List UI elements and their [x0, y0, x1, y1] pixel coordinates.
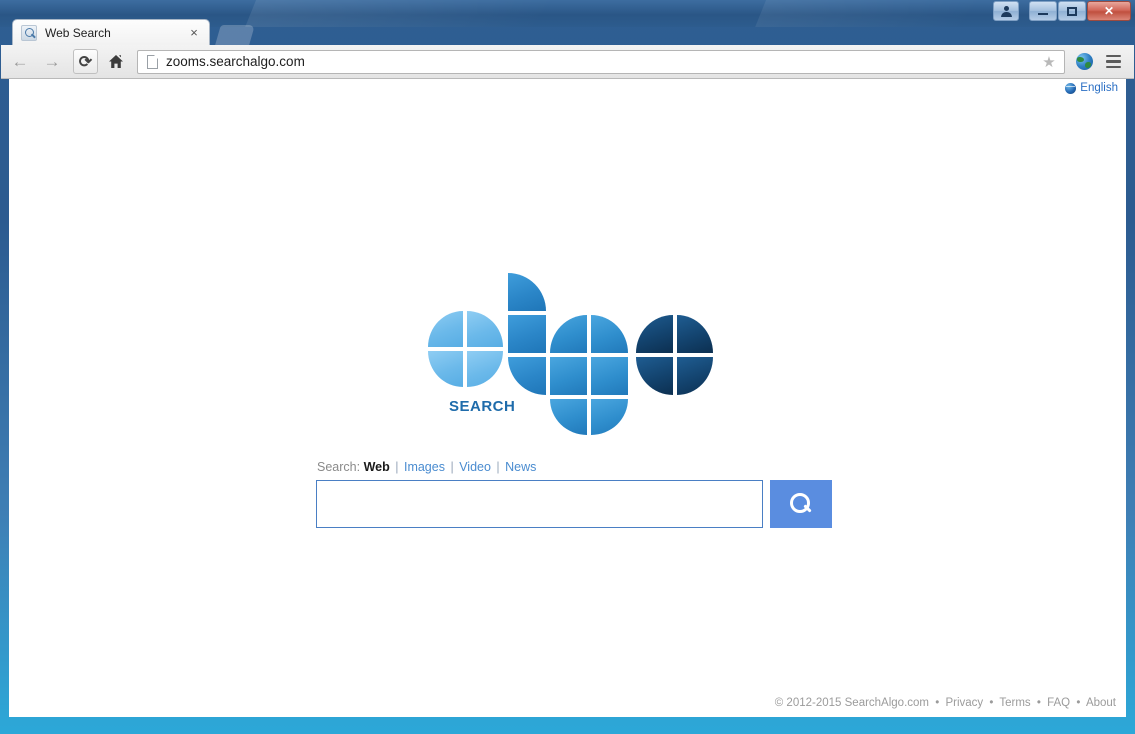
new-tab-button[interactable]	[215, 25, 255, 45]
menu-icon-bar	[1105, 54, 1121, 58]
logo-tile	[677, 357, 713, 395]
logo-tile	[467, 311, 503, 347]
logo-tile	[550, 315, 587, 353]
close-icon[interactable]: ×	[186, 25, 202, 41]
logo-search-word: SEARCH	[449, 398, 516, 415]
category-separator: |	[395, 460, 399, 474]
logo-tile	[428, 351, 463, 387]
category-news[interactable]: News	[505, 460, 536, 474]
search-form	[316, 480, 832, 528]
logo-tile	[550, 357, 587, 395]
arrow-left-icon: ←	[11, 51, 29, 71]
footer-link-terms[interactable]: Terms	[999, 697, 1030, 709]
search-input[interactable]	[316, 480, 763, 528]
tab-title: Web Search	[45, 25, 111, 40]
search-category-nav: Search: Web | Images | Video | News	[317, 460, 536, 474]
menu-icon-bar	[1105, 60, 1121, 63]
address-bar-url[interactable]: zooms.searchalgo.com	[166, 54, 1038, 69]
logo-tile	[636, 357, 673, 395]
page-document-icon	[147, 54, 158, 69]
category-video[interactable]: Video	[459, 460, 491, 474]
category-web[interactable]: Web	[364, 460, 390, 474]
footer-separator: •	[1036, 697, 1041, 709]
back-button[interactable]: ←	[7, 49, 33, 75]
footer-separator: •	[935, 697, 940, 709]
browser-toolbar: ← → ⟳ zooms.searchalgo.com ★	[1, 45, 1134, 79]
footer-separator: •	[1076, 697, 1081, 709]
menu-icon-bar	[1105, 65, 1121, 69]
reload-icon: ⟳	[78, 53, 93, 71]
home-button[interactable]	[103, 49, 129, 75]
category-images[interactable]: Images	[404, 460, 445, 474]
footer-link-privacy[interactable]: Privacy	[945, 697, 983, 709]
tab-web-search[interactable]: Web Search ×	[12, 19, 210, 45]
bookmark-star-icon[interactable]: ★	[1038, 53, 1060, 71]
window-controls: ✕	[992, 1, 1131, 21]
footer-separator: •	[989, 697, 994, 709]
logo-tile	[591, 315, 628, 353]
logo-tile	[591, 357, 628, 395]
footer-link-about[interactable]: About	[1086, 697, 1116, 709]
page-content: English SEARCH Search: Web | Images | Vi…	[9, 79, 1126, 717]
maximize-button[interactable]	[1058, 1, 1086, 21]
logo-tile	[508, 357, 546, 395]
user-account-button[interactable]	[993, 1, 1019, 21]
minimize-button[interactable]	[1029, 1, 1057, 21]
forward-button[interactable]: →	[39, 49, 65, 75]
category-separator: |	[450, 460, 454, 474]
globe-icon	[1075, 53, 1093, 70]
search-button[interactable]	[770, 480, 832, 528]
search-category-label: Search:	[317, 460, 361, 474]
home-icon	[109, 55, 123, 68]
footer-link-faq[interactable]: FAQ	[1047, 697, 1070, 709]
address-bar[interactable]: zooms.searchalgo.com ★	[137, 49, 1065, 74]
logo-tile	[467, 351, 503, 387]
logo-tile	[508, 315, 546, 353]
user-icon	[1000, 5, 1012, 17]
reload-button[interactable]: ⟳	[73, 49, 98, 74]
logo-tile	[636, 315, 673, 353]
language-label[interactable]: English	[1080, 82, 1118, 94]
browser-window: ✕ Web Search × ← → ⟳ zooms.searchalgo.co…	[0, 0, 1135, 734]
category-separator: |	[496, 460, 500, 474]
browser-menu-button[interactable]	[1099, 49, 1127, 75]
footer-copyright: © 2012-2015 SearchAlgo.com	[774, 697, 929, 709]
logo-tile	[550, 399, 587, 435]
globe-icon	[1065, 82, 1077, 94]
site-logo: SEARCH	[428, 273, 713, 435]
logo-tile	[508, 273, 546, 311]
logo-tile	[428, 311, 463, 347]
minimize-icon	[1038, 13, 1048, 15]
logo-tile	[677, 315, 713, 353]
close-icon: ✕	[1103, 4, 1115, 18]
arrow-right-icon: →	[43, 51, 61, 71]
language-selector[interactable]: English	[1065, 82, 1118, 94]
logo-tile	[591, 399, 628, 435]
maximize-icon	[1067, 6, 1077, 16]
tab-strip: Web Search ×	[0, 19, 1135, 45]
page-footer: © 2012-2015 SearchAlgo.com • Privacy • T…	[775, 697, 1116, 709]
magnifier-icon	[21, 24, 37, 41]
globe-extension-button[interactable]	[1071, 49, 1097, 75]
close-button[interactable]: ✕	[1087, 1, 1131, 21]
magnifier-icon	[790, 493, 812, 515]
